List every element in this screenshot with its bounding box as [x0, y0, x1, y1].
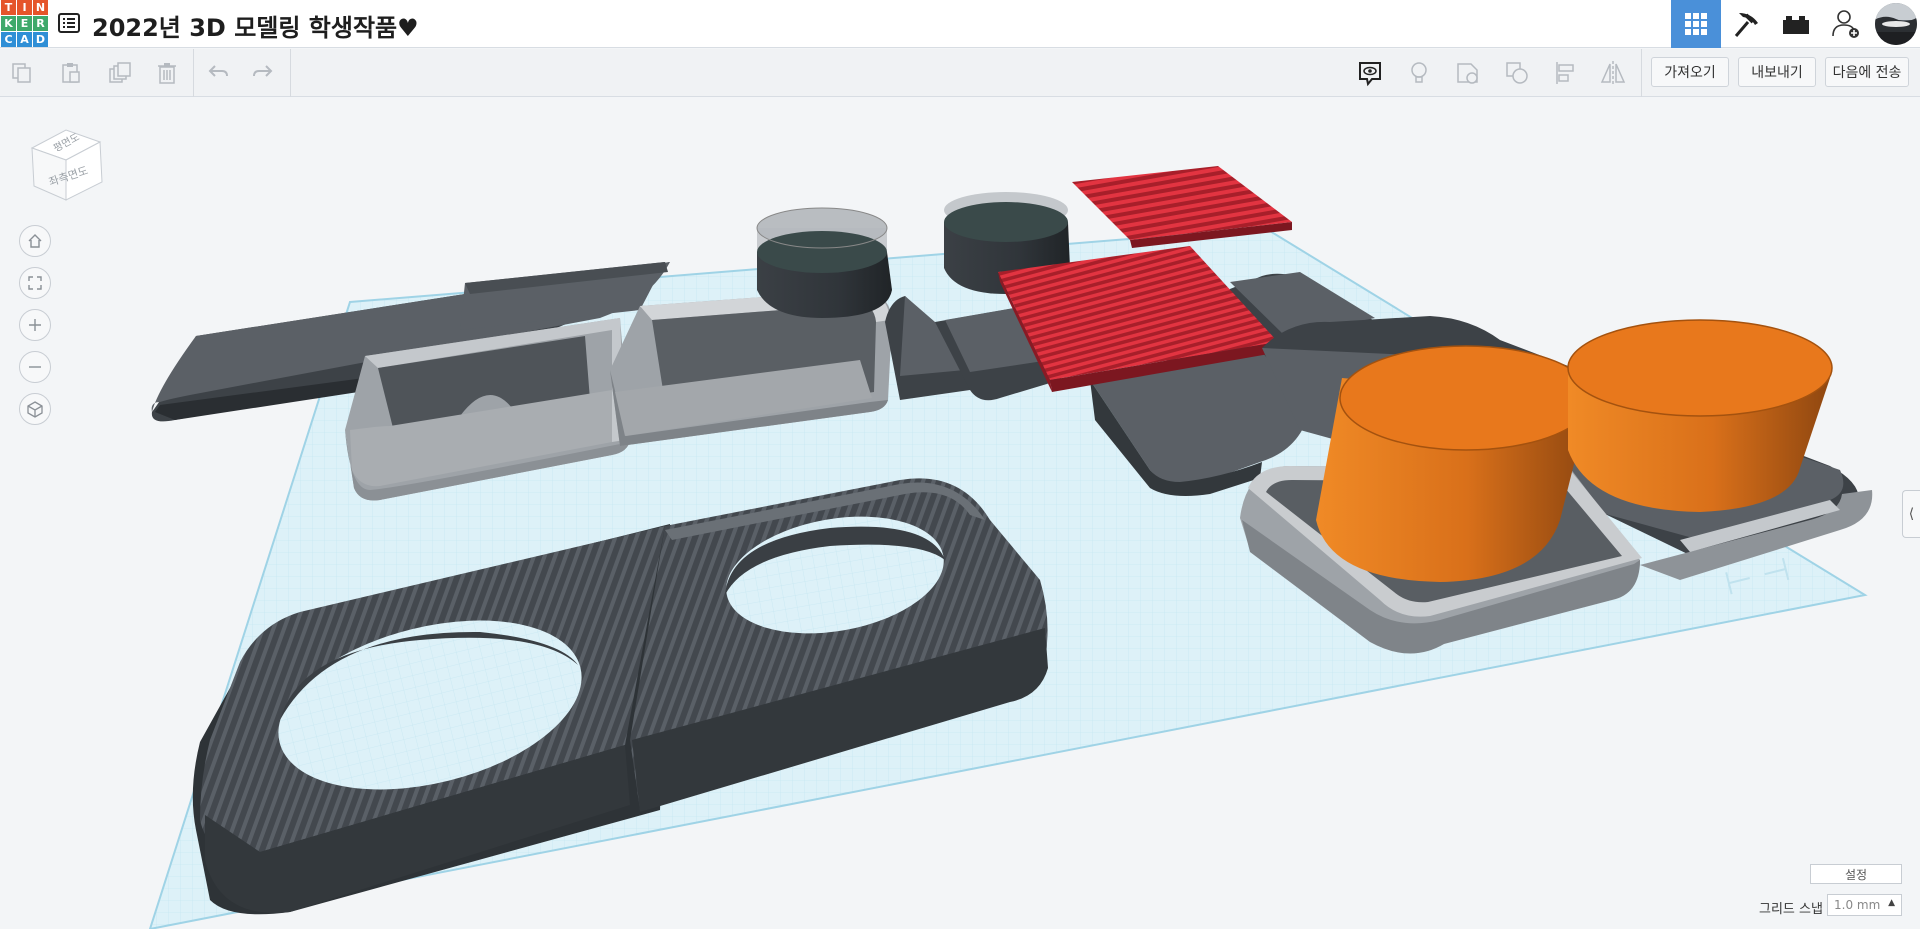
redo-icon[interactable]: [247, 57, 279, 89]
perspective-icon[interactable]: [19, 393, 51, 425]
notes-icon[interactable]: [1354, 57, 1386, 89]
duplicate-icon[interactable]: [104, 57, 136, 89]
toolbar-separator: [1641, 49, 1642, 97]
top-bar: T I N K E R C A D 2022년 3D 모델링 학생작품♥: [0, 0, 1920, 48]
chevron-left-icon: ⟨: [1908, 506, 1915, 522]
design-title[interactable]: 2022년 3D 모델링 학생작품♥: [92, 8, 419, 43]
group-icon[interactable]: [1501, 57, 1533, 89]
toolbar-separator: [290, 49, 291, 97]
paste-icon[interactable]: [55, 57, 87, 89]
import-button[interactable]: 가져오기: [1651, 57, 1729, 87]
avatar[interactable]: [1871, 0, 1920, 48]
logo-letter: R: [33, 16, 48, 31]
undo-icon[interactable]: [202, 57, 234, 89]
export-button[interactable]: 내보내기: [1738, 57, 1816, 87]
logo-letter: I: [17, 0, 32, 15]
zoom-in-icon[interactable]: [19, 309, 51, 341]
pickaxe-icon[interactable]: [1721, 0, 1771, 48]
logo-letter: A: [17, 32, 32, 47]
dark-cylinder-left[interactable]: [756, 207, 892, 318]
grid-view-icon[interactable]: [1671, 0, 1721, 48]
logo-letter: D: [33, 32, 48, 47]
logo-letter: E: [17, 16, 32, 31]
fit-view-icon[interactable]: [19, 267, 51, 299]
align-icon[interactable]: [1550, 57, 1582, 89]
view-cube[interactable]: 평면도 좌측면도: [26, 120, 106, 204]
logo-letter: N: [33, 0, 48, 15]
shape-icon[interactable]: [1452, 57, 1484, 89]
bricks-icon[interactable]: [1771, 0, 1821, 48]
home-view-icon[interactable]: [19, 225, 51, 257]
grid-snap-value: 1.0 mm: [1834, 898, 1881, 912]
edit-toolbar: 가져오기 내보내기 다음에 전송: [0, 49, 1920, 97]
scene[interactable]: ⊢ ⊣: [0, 98, 1920, 929]
delete-icon[interactable]: [151, 57, 183, 89]
logo-letter: C: [1, 32, 16, 47]
side-panel-toggle[interactable]: ⟨: [1902, 490, 1920, 538]
tinkercad-logo[interactable]: T I N K E R C A D: [0, 0, 48, 47]
send-to-button[interactable]: 다음에 전송: [1825, 57, 1909, 87]
copy-icon[interactable]: [6, 57, 38, 89]
toolbar-separator: [193, 49, 194, 97]
light-bulb-icon[interactable]: [1403, 57, 1435, 89]
design-list-icon[interactable]: [58, 12, 80, 34]
settings-button[interactable]: 설정: [1810, 864, 1902, 884]
grid-snap-select[interactable]: 1.0 mm ▲: [1827, 894, 1902, 916]
zoom-out-icon[interactable]: [19, 351, 51, 383]
dropdown-arrow-icon: ▲: [1888, 898, 1895, 908]
grid-snap-label: 그리드 스냅: [1759, 902, 1823, 917]
3d-workplane-viewport[interactable]: ⊢ ⊣ 평면도 좌측면도: [0, 98, 1920, 929]
add-user-icon[interactable]: [1821, 0, 1871, 48]
mirror-icon[interactable]: [1597, 57, 1629, 89]
logo-letter: K: [1, 16, 16, 31]
logo-letter: T: [1, 0, 16, 15]
